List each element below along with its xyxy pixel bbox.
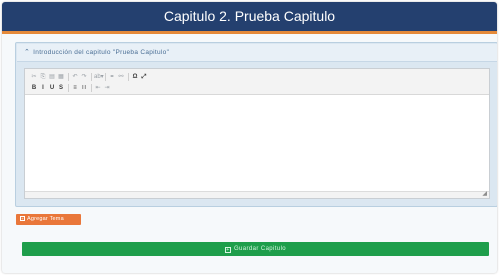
editor-status-bar: ◢	[25, 191, 489, 198]
underline-icon[interactable]: U	[48, 84, 56, 93]
chevron-up-icon[interactable]: ⌃	[24, 44, 30, 62]
italic-icon[interactable]: I	[39, 84, 47, 93]
paste-text-icon[interactable]: ▦	[57, 73, 65, 82]
copy-icon[interactable]: ⎘	[39, 73, 47, 82]
plus-icon: +	[20, 216, 25, 221]
save-chapter-button[interactable]: + Guardar Capitulo	[22, 242, 489, 256]
editor-toolbar: ✂ ⎘ ▤ ▦ ↶ ↷ ab▾ ⚭ ⚯ Ω ⤢ B I U S ≡ ∷ ⇤ ⇥	[25, 69, 489, 95]
editor-content-area[interactable]	[25, 95, 489, 191]
introduction-panel-header[interactable]: ⌃ Introducción del capitulo "Prueba Capit…	[17, 44, 497, 62]
chapter-editor-window: Capitulo 2. Prueba Capitulo ⌃ Introducció…	[2, 2, 497, 273]
add-topic-button[interactable]: + Agregar Tema	[16, 214, 81, 225]
toolbar-row-2: B I U S ≡ ∷ ⇤ ⇥	[30, 83, 112, 93]
special-char-icon[interactable]: Ω	[131, 73, 139, 82]
spellcheck-icon[interactable]: ab▾	[94, 73, 104, 82]
link-icon[interactable]: ⚭	[108, 73, 116, 82]
paste-icon[interactable]: ▤	[48, 73, 56, 82]
toolbar-row-1: ✂ ⎘ ▤ ▦ ↶ ↷ ab▾ ⚭ ⚯ Ω ⤢	[30, 72, 149, 82]
redo-icon[interactable]: ↷	[80, 73, 88, 82]
cut-icon[interactable]: ✂	[30, 73, 38, 82]
toolbar-separator	[105, 73, 106, 81]
bold-icon[interactable]: B	[30, 84, 38, 93]
numbered-list-icon[interactable]: ≡	[71, 84, 79, 93]
toolbar-separator	[128, 73, 129, 81]
indent-icon[interactable]: ⇥	[103, 84, 111, 93]
toolbar-separator	[91, 84, 92, 92]
introduction-panel: ⌃ Introducción del capitulo "Prueba Capit…	[15, 42, 497, 207]
save-chapter-label: Guardar Capitulo	[233, 246, 287, 252]
rich-text-editor: ✂ ⎘ ▤ ▦ ↶ ↷ ab▾ ⚭ ⚯ Ω ⤢ B I U S ≡ ∷ ⇤ ⇥ ◢	[24, 68, 490, 199]
toolbar-separator	[68, 84, 69, 92]
bulleted-list-icon[interactable]: ∷	[80, 84, 88, 93]
toolbar-separator	[68, 73, 69, 81]
page-title: Capitulo 2. Prueba Capitulo	[2, 2, 497, 31]
header-divider	[2, 31, 497, 34]
outdent-icon[interactable]: ⇤	[94, 84, 102, 93]
toolbar-separator	[91, 73, 92, 81]
introduction-panel-title: Introducción del capitulo "Prueba Capitu…	[33, 49, 170, 56]
undo-icon[interactable]: ↶	[71, 73, 79, 82]
unlink-icon[interactable]: ⚯	[117, 73, 125, 82]
resize-handle-icon[interactable]: ◢	[482, 190, 487, 197]
strikethrough-icon[interactable]: S	[57, 84, 65, 93]
maximize-icon[interactable]: ⤢	[140, 73, 148, 82]
plus-icon: +	[224, 247, 231, 253]
add-topic-label: Agregar Tema	[27, 216, 64, 222]
